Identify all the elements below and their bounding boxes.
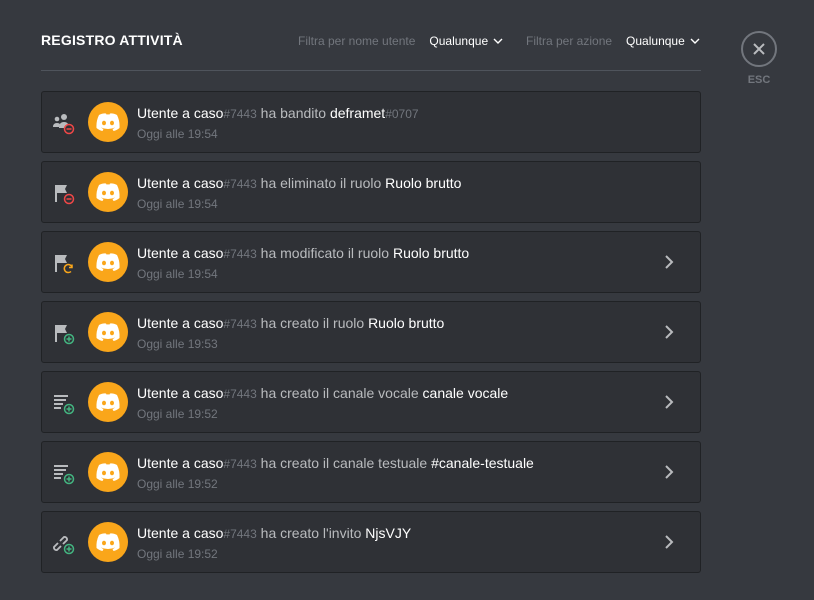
entry-user[interactable]: Utente a caso	[137, 525, 223, 541]
discord-logo-icon	[96, 113, 120, 131]
audit-log-list: Utente a caso#7443 ha bandito deframet#0…	[41, 91, 701, 581]
audit-log-entry[interactable]: Utente a caso#7443 ha modificato il ruol…	[41, 231, 701, 293]
filter-action: Filtra per azione Qualunque	[526, 34, 700, 48]
discord-logo-icon	[96, 393, 120, 411]
audit-log-entry: Utente a caso#7443 ha eliminato il ruolo…	[41, 161, 701, 223]
filter-user-label: Filtra per nome utente	[298, 34, 416, 48]
entry-user[interactable]: Utente a caso	[137, 175, 223, 191]
entry-action: ha eliminato il ruolo	[260, 175, 382, 191]
chevron-down-icon	[493, 38, 503, 44]
discord-logo-icon	[96, 253, 120, 271]
entry-description: Utente a caso#7443 ha bandito deframet#0…	[137, 105, 419, 121]
entry-target: #canale-testuale	[431, 455, 534, 471]
audit-log-header: REGISTRO ATTIVITÀ Filtra per nome utente…	[41, 31, 701, 71]
entry-action: ha bandito	[260, 105, 327, 121]
entry-target: Ruolo brutto	[368, 315, 445, 331]
entry-action: ha creato l'invito	[260, 525, 362, 541]
page-title: REGISTRO ATTIVITÀ	[41, 32, 183, 48]
entry-target: NjsVJY	[365, 525, 412, 541]
avatar[interactable]	[88, 242, 128, 282]
entry-timestamp: Oggi alle 19:52	[137, 477, 218, 491]
entry-description: Utente a caso#7443 ha modificato il ruol…	[137, 245, 469, 261]
role-delete-icon	[52, 182, 76, 206]
entry-action: ha modificato il ruolo	[260, 245, 390, 261]
entry-description: Utente a caso#7443 ha creato l'invito Nj…	[137, 525, 411, 541]
entry-target: Ruolo brutto	[385, 175, 462, 191]
entry-action: ha creato il ruolo	[260, 315, 365, 331]
entry-user[interactable]: Utente a caso	[137, 385, 223, 401]
entry-target: canale vocale	[422, 385, 509, 401]
entry-user[interactable]: Utente a caso	[137, 105, 223, 121]
chevron-right-icon[interactable]	[664, 324, 674, 340]
discord-logo-icon	[96, 533, 120, 551]
member-ban-icon	[52, 112, 76, 136]
entry-user[interactable]: Utente a caso	[137, 315, 223, 331]
invite-create-icon	[52, 532, 76, 556]
filter-user-value: Qualunque	[429, 34, 489, 48]
discord-logo-icon	[96, 183, 120, 201]
chevron-right-icon[interactable]	[664, 534, 674, 550]
entry-timestamp: Oggi alle 19:54	[137, 197, 218, 211]
entry-user-discriminator: #7443	[223, 247, 257, 261]
role-create-icon	[52, 322, 76, 346]
entry-target-discriminator: #0707	[385, 107, 419, 121]
entry-timestamp: Oggi alle 19:54	[137, 127, 218, 141]
esc-label: ESC	[747, 74, 771, 86]
entry-timestamp: Oggi alle 19:53	[137, 337, 218, 351]
discord-logo-icon	[96, 463, 120, 481]
filter-action-value: Qualunque	[626, 34, 685, 48]
entry-target: Ruolo brutto	[392, 245, 470, 261]
filter-user: Filtra per nome utente Qualunque	[298, 34, 503, 48]
avatar[interactable]	[88, 522, 128, 562]
avatar[interactable]	[88, 382, 128, 422]
close-button[interactable]	[741, 31, 777, 67]
entry-user-discriminator: #7443	[223, 177, 257, 191]
entry-user[interactable]: Utente a caso	[137, 245, 223, 261]
entry-user-discriminator: #7443	[223, 317, 257, 331]
avatar[interactable]	[88, 172, 128, 212]
entry-timestamp: Oggi alle 19:52	[137, 547, 218, 561]
entry-description: Utente a caso#7443 ha creato il canale v…	[137, 385, 508, 401]
entry-user-discriminator: #7443	[223, 457, 257, 471]
channel-create-icon	[52, 462, 76, 486]
entry-timestamp: Oggi alle 19:54	[137, 267, 218, 281]
audit-log-entry[interactable]: Utente a caso#7443 ha creato il ruolo Ru…	[41, 301, 701, 363]
chevron-right-icon[interactable]	[664, 464, 674, 480]
entry-target: deframet	[329, 105, 386, 121]
entry-description: Utente a caso#7443 ha creato il ruolo Ru…	[137, 315, 444, 331]
entry-timestamp: Oggi alle 19:52	[137, 407, 218, 421]
avatar[interactable]	[88, 312, 128, 352]
audit-log-entry[interactable]: Utente a caso#7443 ha creato il canale t…	[41, 441, 701, 503]
avatar[interactable]	[88, 452, 128, 492]
chevron-right-icon[interactable]	[664, 394, 674, 410]
entry-action: ha creato il canale vocale	[260, 385, 419, 401]
entry-user[interactable]: Utente a caso	[137, 455, 223, 471]
entry-user-discriminator: #7443	[223, 387, 257, 401]
filter-user-dropdown[interactable]: Qualunque	[429, 34, 503, 48]
avatar[interactable]	[88, 102, 128, 142]
close-icon	[753, 43, 765, 55]
audit-log-entry[interactable]: Utente a caso#7443 ha creato l'invito Nj…	[41, 511, 701, 573]
channel-create-icon	[52, 392, 76, 416]
audit-log-entry[interactable]: Utente a caso#7443 ha creato il canale v…	[41, 371, 701, 433]
entry-description: Utente a caso#7443 ha creato il canale t…	[137, 455, 534, 471]
close-control: ESC	[741, 31, 777, 86]
filter-action-dropdown[interactable]: Qualunque	[626, 34, 700, 48]
entry-user-discriminator: #7443	[223, 107, 257, 121]
chevron-down-icon	[690, 38, 700, 44]
entry-user-discriminator: #7443	[223, 527, 257, 541]
discord-logo-icon	[96, 323, 120, 341]
chevron-right-icon[interactable]	[664, 254, 674, 270]
filter-action-label: Filtra per azione	[526, 34, 613, 48]
audit-log-entry: Utente a caso#7443 ha bandito deframet#0…	[41, 91, 701, 153]
entry-description: Utente a caso#7443 ha eliminato il ruolo…	[137, 175, 461, 191]
entry-action: ha creato il canale testuale	[260, 455, 428, 471]
role-update-icon	[52, 252, 76, 276]
